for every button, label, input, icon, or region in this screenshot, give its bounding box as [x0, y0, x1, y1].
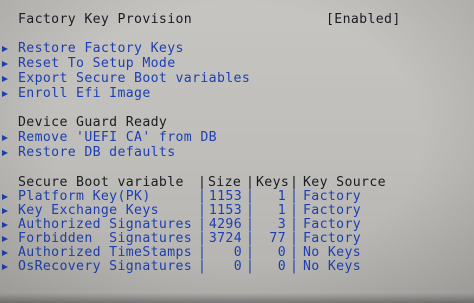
submenu-arrow-icon [2, 135, 8, 141]
menu-item-restore-db-defaults[interactable]: Restore DB defaults [0, 145, 300, 161]
menu-item-remove-uefi-ca[interactable]: Remove 'UEFI CA' from DB [0, 130, 300, 146]
menu-item-label: Enroll Efi Image [18, 86, 151, 101]
submenu-arrow-icon [2, 91, 8, 97]
submenu-arrow-icon [2, 61, 8, 67]
submenu-arrow-icon [2, 236, 8, 242]
device-guard-heading: Device Guard Ready [18, 115, 168, 130]
cell-keys: 0 [277, 259, 286, 274]
cell-variable: OsRecovery Signatures [18, 259, 193, 274]
submenu-arrow-icon [2, 194, 8, 200]
submenu-arrow-icon [2, 208, 8, 214]
factory-key-provision-label: Factory Key Provision [18, 12, 193, 27]
column-divider: | [246, 259, 255, 274]
menu-item-label: Restore Factory Keys [18, 41, 184, 56]
bios-screen: Factory Key Provision [Enabled] Restore … [0, 0, 474, 303]
submenu-arrow-icon [2, 150, 8, 156]
submenu-arrow-icon [2, 250, 8, 256]
menu-item-export-secure-boot[interactable]: Export Secure Boot variables [0, 71, 300, 87]
cell-source: No Keys [303, 259, 362, 274]
menu-item-restore-factory-keys[interactable]: Restore Factory Keys [0, 41, 300, 57]
cell-size: 0 [233, 259, 242, 274]
table-row[interactable]: OsRecovery Signatures | 0 | 0 | No Keys [0, 259, 474, 275]
menu-item-label: Remove 'UEFI CA' from DB [18, 130, 217, 145]
screen-bottom-edge [0, 293, 474, 303]
submenu-arrow-icon [2, 264, 8, 270]
column-divider: | [198, 259, 207, 274]
submenu-arrow-icon [2, 46, 8, 52]
submenu-arrow-icon [2, 222, 8, 228]
factory-key-provision-row[interactable]: Factory Key Provision [Enabled] [0, 12, 474, 28]
menu-item-label: Reset To Setup Mode [18, 56, 176, 71]
factory-key-provision-value[interactable]: [Enabled] [326, 12, 401, 28]
menu-item-label: Restore DB defaults [18, 145, 176, 160]
device-guard-heading-row: Device Guard Ready [0, 115, 300, 131]
submenu-arrow-icon [2, 76, 8, 82]
menu-item-label: Export Secure Boot variables [18, 71, 251, 86]
menu-item-reset-setup-mode[interactable]: Reset To Setup Mode [0, 56, 300, 72]
column-divider: | [290, 259, 299, 274]
menu-item-enroll-efi-image[interactable]: Enroll Efi Image [0, 86, 300, 102]
